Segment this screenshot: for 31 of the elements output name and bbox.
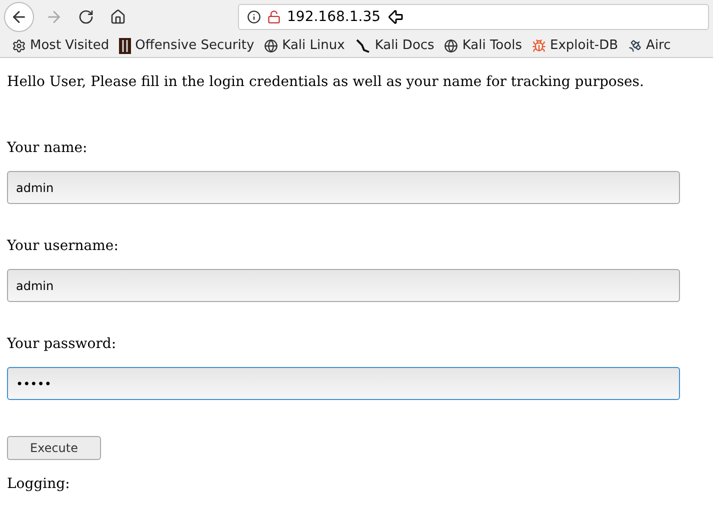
field-label: Your password: [7,335,118,354]
input-field[interactable]: ••••• [7,367,680,400]
bookmark-link[interactable]: Airc [628,36,671,56]
field-label: Your name: [7,139,88,158]
input-field[interactable]: admin [7,171,680,204]
insecure-lock-icon [267,10,281,24]
bookmark-link[interactable]: Offensive Security [119,36,254,56]
banner-icon [119,38,132,54]
field-label: Your username: [7,237,120,256]
url-text: 192.168.1.35 [287,8,381,26]
bookmark-link[interactable]: Most Visited [12,36,110,56]
gear-icon [12,38,26,52]
bug-icon [532,38,546,52]
back-button[interactable] [4,2,34,32]
reload-icon [78,9,94,25]
info-icon [247,10,261,24]
intro-text: Hello User, Please fill in the login credentials as well as your name for tracking purposes. [7,73,645,92]
globe-icon [264,38,278,52]
logging-label: Logging: [7,475,71,494]
address-bar[interactable]: 192.168.1.35 [238,4,709,30]
home-icon [110,9,126,25]
bookmark-link[interactable]: Exploit-DB [532,36,618,56]
left-arrow-icon [386,8,405,26]
globe-icon [444,38,458,52]
input-field[interactable]: admin [7,269,680,302]
bookmark-link[interactable]: Kali Tools [444,36,522,56]
execute-button[interactable]: Execute [7,436,101,460]
forward-arrow-icon [45,8,63,26]
bookmark-link[interactable]: Kali Docs [354,36,434,56]
bookmark-link[interactable]: Kali Linux [264,36,345,56]
satellite-icon [628,38,642,52]
